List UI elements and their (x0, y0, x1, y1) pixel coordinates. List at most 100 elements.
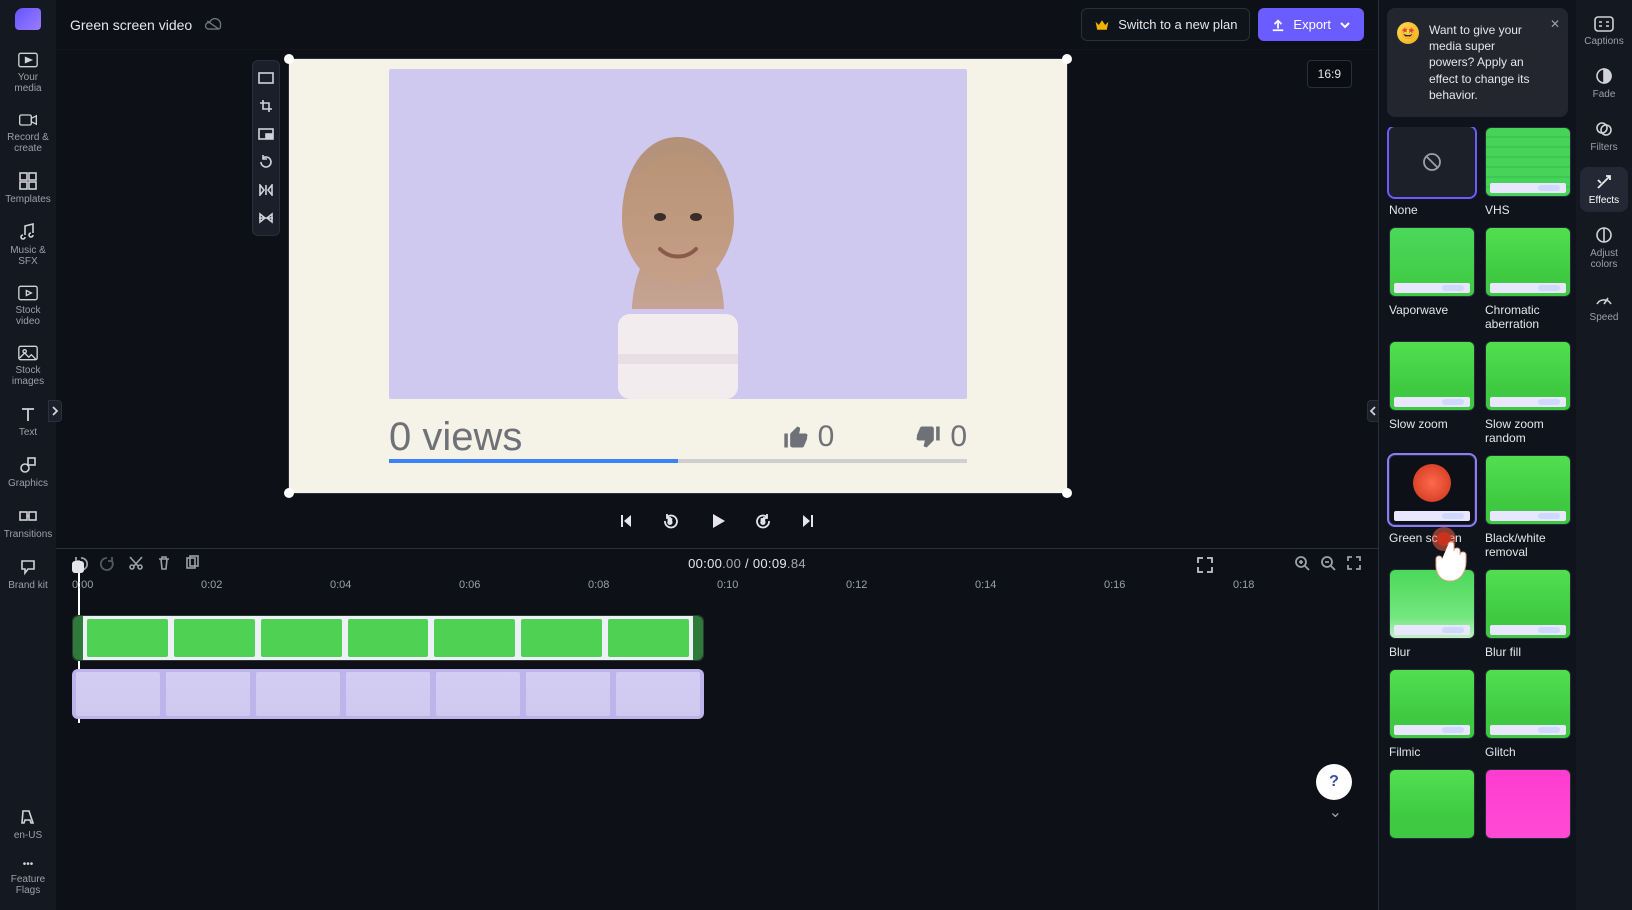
chevron-down-icon (1339, 19, 1351, 31)
fade-icon (1595, 67, 1613, 85)
rail-captions[interactable]: Captions (1580, 10, 1628, 53)
rail-label: Stock images (4, 365, 52, 387)
rewind-button[interactable]: 5 (657, 507, 685, 535)
progress-bar (389, 459, 967, 463)
effect-chromatic[interactable]: Chromatic aberration (1485, 227, 1571, 331)
clip-thumbs (83, 616, 693, 660)
play-button[interactable] (703, 507, 731, 535)
tracks: 3D animation of a key green screen video… (72, 615, 1362, 719)
effect-vaporwave[interactable]: Vaporwave (1389, 227, 1475, 331)
project-title[interactable]: Green screen video (70, 17, 192, 33)
clip-handle-left[interactable] (73, 616, 83, 660)
fit-icon[interactable] (257, 69, 275, 87)
rail-adjust[interactable]: Adjust colors (1580, 220, 1628, 276)
time-ruler[interactable]: 0:00 0:02 0:04 0:06 0:08 0:10 0:12 0:14 … (72, 579, 1362, 603)
record-icon (18, 112, 38, 128)
media-icon (18, 52, 38, 68)
flip-v-icon[interactable] (257, 209, 275, 227)
effect-blur[interactable]: Blur (1389, 569, 1475, 659)
canvas-tools (252, 60, 280, 236)
effect-vhs[interactable]: VHS (1485, 127, 1571, 217)
fit-timeline-button[interactable] (1346, 555, 1362, 571)
preview-canvas[interactable]: 0 views 0 0 (288, 58, 1068, 494)
redo-button[interactable] (100, 555, 116, 571)
video-frame (389, 69, 967, 399)
timeline: 00:00.00 / 00:09.84 0:00 0:02 0:04 0:06 … (56, 548, 1378, 719)
delete-button[interactable] (156, 555, 172, 571)
zoom-out-button[interactable] (1320, 555, 1336, 571)
like-count: 0 (782, 420, 835, 454)
duplicate-button[interactable] (184, 555, 200, 571)
text-icon (19, 405, 37, 423)
clip-handle-right[interactable] (693, 616, 703, 660)
effect-thumb (1389, 127, 1475, 197)
help-button[interactable]: ? (1316, 764, 1352, 800)
rail-stock-video[interactable]: Stock video (4, 279, 52, 333)
rail-label: Graphics (8, 478, 48, 489)
clip-video[interactable] (72, 669, 704, 719)
effects-grid[interactable]: None VHS Vaporwave Chromatic aberration (1379, 127, 1576, 867)
rail-music[interactable]: Music & SFX (4, 217, 52, 273)
rail-label: Brand kit (8, 580, 47, 591)
rail-effects[interactable]: Effects (1580, 167, 1628, 212)
next-frame-button[interactable] (795, 507, 823, 535)
graphics-icon (19, 456, 37, 474)
effect-slow-zoom-random[interactable]: Slow zoom random (1485, 341, 1571, 445)
rail-graphics[interactable]: Graphics (4, 450, 52, 495)
export-button[interactable]: Export (1258, 8, 1364, 41)
rail-record[interactable]: Record & create (4, 106, 52, 160)
close-icon[interactable]: ✕ (1550, 16, 1560, 32)
help-collapse[interactable]: ⌄ (1329, 802, 1342, 822)
playhead[interactable] (72, 561, 86, 573)
rail-label: en-US (14, 830, 42, 841)
pip-icon[interactable] (257, 125, 275, 143)
forward-button[interactable]: 5 (749, 507, 777, 535)
prev-frame-button[interactable] (611, 507, 639, 535)
sync-status-icon (204, 18, 222, 32)
cut-button[interactable] (128, 555, 144, 571)
panel-collapse[interactable] (1367, 400, 1379, 422)
rail-speed[interactable]: Speed (1580, 284, 1628, 329)
rail-lang[interactable]: en-US (4, 802, 52, 847)
rail-templates[interactable]: Templates (4, 166, 52, 211)
rail-label: Stock video (4, 305, 52, 327)
flip-h-icon[interactable] (257, 181, 275, 199)
effect-bw-removal[interactable]: Black/white removal (1485, 455, 1571, 559)
rail-filters[interactable]: Filters (1580, 114, 1628, 159)
rail-brand-kit[interactable]: Brand kit (4, 552, 52, 597)
captions-icon (1594, 16, 1614, 32)
selection-handle[interactable] (284, 54, 294, 64)
flags-icon: ••• (23, 859, 34, 870)
effects-panel: 🤩 Want to give your media super powers? … (1378, 0, 1576, 910)
effect-green-screen[interactable]: Green screen (1389, 455, 1475, 559)
crop-icon[interactable] (257, 97, 275, 115)
effect-glitch[interactable]: Glitch (1485, 669, 1571, 759)
zoom-in-button[interactable] (1294, 555, 1310, 571)
rail-flags[interactable]: ••• Feature Flags (4, 853, 52, 902)
effect-extra-2[interactable] (1485, 769, 1571, 845)
clip-overlay[interactable]: 3D animation of a key green screen video… (72, 615, 704, 661)
effect-extra-1[interactable] (1389, 769, 1475, 845)
effect-filmic[interactable]: Filmic (1389, 669, 1475, 759)
rail-fade[interactable]: Fade (1580, 61, 1628, 106)
fullscreen-button[interactable] (1196, 556, 1214, 574)
upload-icon (1271, 18, 1285, 32)
rail-transitions[interactable]: Transitions (4, 501, 52, 546)
app-logo (15, 8, 41, 30)
rail-your-media[interactable]: Your media (4, 46, 52, 100)
effect-none[interactable]: None (1389, 127, 1475, 217)
rail-stock-images[interactable]: Stock images (4, 339, 52, 393)
effect-blur-fill[interactable]: Blur fill (1485, 569, 1571, 659)
effect-slow-zoom[interactable]: Slow zoom (1389, 341, 1475, 445)
switch-plan-button[interactable]: Switch to a new plan (1081, 8, 1250, 41)
svg-text:5: 5 (761, 519, 765, 526)
rail-text[interactable]: Text (4, 399, 52, 444)
switch-plan-label: Switch to a new plan (1118, 17, 1237, 32)
rail-label: Music & SFX (4, 245, 52, 267)
selection-handle[interactable] (1062, 488, 1072, 498)
left-rail-expand[interactable] (48, 400, 62, 422)
dislike-count: 0 (914, 420, 967, 454)
selection-handle[interactable] (284, 488, 294, 498)
rotate-icon[interactable] (257, 153, 275, 171)
selection-handle[interactable] (1062, 54, 1072, 64)
